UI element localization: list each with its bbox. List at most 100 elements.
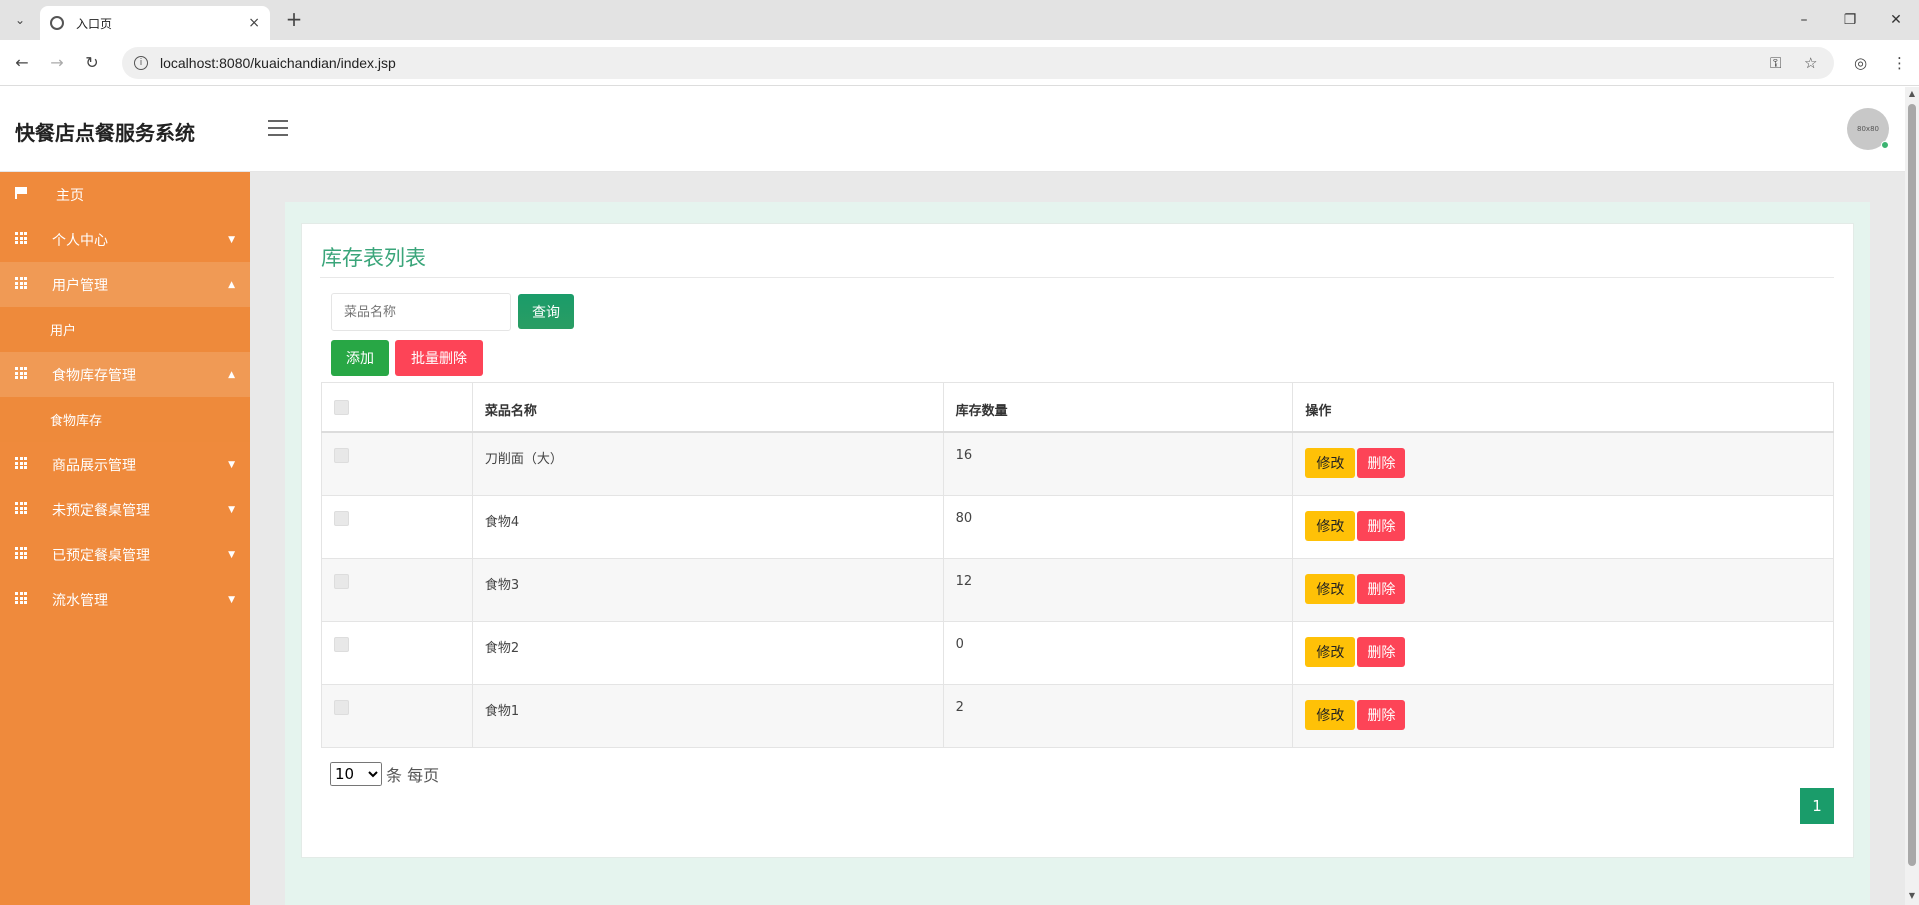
sidebar-item-label: 已预定餐桌管理 [52,547,150,564]
page-size-control: 10 条 每页 [330,762,439,786]
stock-qty-cell: 0 [942,620,1294,685]
edit-button[interactable]: 修改 [1305,510,1356,541]
grid-icon [15,367,27,379]
sidebar-item-unreserved-tables[interactable]: 未预定餐桌管理 ▼ [0,487,250,532]
sidebar-item-label: 未预定餐桌管理 [52,502,150,519]
edit-button[interactable]: 修改 [1305,699,1356,730]
sidebar: 主页 个人中心 ▼ 用户管理 ▲ 用户 食物库存管理 ▲ 食物库存 商品展示管理… [0,172,250,905]
stock-qty-cell: 12 [942,557,1294,622]
sidebar-subitem-user[interactable]: 用户 [0,307,250,352]
minimize-icon[interactable]: – [1792,8,1816,32]
row-checkbox[interactable] [334,573,349,589]
restore-icon[interactable]: ❐ [1838,8,1862,32]
edit-button[interactable]: 修改 [1305,636,1356,667]
browser-tabbar: ⌄ 入口页 × + – ❐ ✕ [0,0,1919,40]
browser-tab-active[interactable]: 入口页 × [40,6,270,40]
table-header-row: 菜品名称 库存数量 操作 [321,382,1834,433]
column-header-dish-name: 菜品名称 [471,382,944,433]
select-all-checkbox[interactable] [334,400,349,415]
reload-icon[interactable]: ↻ [80,51,104,75]
dish-name-cell: 食物3 [471,557,944,622]
sidebar-item-transactions[interactable]: 流水管理 ▼ [0,577,250,622]
sidebar-item-label: 食物库存管理 [52,367,136,384]
column-header-actions: 操作 [1292,382,1834,433]
sidebar-item-label: 个人中心 [52,232,108,249]
row-checkbox[interactable] [334,636,349,652]
sidebar-subitem-food-inventory[interactable]: 食物库存 [0,397,250,442]
grid-icon [15,592,27,604]
caret-down-icon: ▼ [228,594,235,605]
sidebar-item-home[interactable]: 主页 [0,172,250,217]
table-row: 食物3 12 修改 删除 [321,557,1834,622]
browser-menu-icon[interactable]: ⋮ [1892,47,1907,79]
dish-name-cell: 食物2 [471,620,944,685]
grid-icon [15,502,27,514]
edit-button[interactable]: 修改 [1305,573,1356,604]
delete-button[interactable]: 删除 [1357,636,1406,667]
caret-down-icon: ▼ [228,234,235,245]
browser-toolbar: ← → ↻ i localhost:8080/kuaichandian/inde… [0,40,1919,86]
dish-name-search-input[interactable] [331,293,511,331]
delete-button[interactable]: 删除 [1357,510,1406,541]
inventory-table: 菜品名称 库存数量 操作 刀削面（大） 16 修改 删除 食物4 80 修改 删除 … [321,382,1834,748]
add-button[interactable]: 添加 [331,340,389,376]
online-status-dot [1881,141,1889,149]
row-checkbox[interactable] [334,448,349,463]
caret-down-icon: ▼ [228,459,235,470]
grid-icon [15,457,27,469]
caret-down-icon: ▼ [228,549,235,560]
query-button[interactable]: 查询 [518,294,574,329]
page-size-select[interactable]: 10 [330,762,382,786]
page-size-suffix: 条 每页 [386,766,440,785]
new-tab-button[interactable]: + [282,8,306,32]
delete-button[interactable]: 删除 [1357,699,1406,730]
row-checkbox[interactable] [334,510,349,526]
window-close-icon[interactable]: ✕ [1884,8,1908,32]
site-info-icon[interactable]: i [134,56,148,70]
dish-name-cell: 刀削面（大） [471,431,944,496]
title-divider [320,277,1834,278]
app-header: 快餐店点餐服务系统 80x80 [0,87,1905,172]
table-row: 刀削面（大） 16 修改 删除 [321,431,1834,496]
password-key-icon[interactable]: ⚿ [1770,47,1781,79]
caret-up-icon: ▲ [228,369,235,380]
column-header-stock-qty: 库存数量 [942,382,1294,433]
sidebar-item-user-management[interactable]: 用户管理 ▲ [0,262,250,307]
grid-icon [15,277,27,289]
sidebar-item-label: 用户管理 [52,277,108,294]
row-checkbox[interactable] [334,699,349,715]
stock-qty-cell: 16 [942,431,1294,496]
sidebar-item-product-display[interactable]: 商品展示管理 ▼ [0,442,250,487]
url-text[interactable]: localhost:8080/kuaichandian/index.jsp [160,55,396,71]
grid-icon [15,232,27,244]
sidebar-item-label: 流水管理 [52,592,108,609]
tab-title: 入口页 [76,16,113,31]
table-row: 食物1 2 修改 删除 [321,683,1834,748]
sidebar-item-food-inventory-management[interactable]: 食物库存管理 ▲ [0,352,250,397]
scroll-down-arrow-icon[interactable]: ▼ [1906,890,1918,902]
bulk-delete-button[interactable]: 批量删除 [395,340,483,376]
delete-button[interactable]: 删除 [1357,448,1406,478]
scrollbar-thumb[interactable] [1908,104,1916,866]
scroll-up-arrow-icon[interactable]: ▲ [1906,88,1918,100]
brand-title: 快餐店点餐服务系统 [15,121,195,145]
pagination-current-page[interactable]: 1 [1800,788,1834,824]
table-row: 食物2 0 修改 删除 [321,620,1834,685]
sidebar-item-label: 主页 [56,187,84,204]
edit-button[interactable]: 修改 [1305,448,1356,478]
stock-qty-cell: 80 [942,494,1294,559]
menu-toggle-icon[interactable] [268,120,288,136]
tab-search-chevron-icon[interactable]: ⌄ [8,8,32,32]
bookmark-star-icon[interactable]: ☆ [1804,47,1817,79]
back-icon[interactable]: ← [10,51,34,75]
tab-close-icon[interactable]: × [248,15,260,31]
sidebar-item-label: 商品展示管理 [52,457,136,474]
address-bar[interactable]: i localhost:8080/kuaichandian/index.jsp [122,47,1834,79]
delete-button[interactable]: 删除 [1357,573,1406,604]
profile-icon[interactable]: ◎ [1854,47,1867,79]
forward-icon[interactable]: → [45,51,69,75]
page-title: 库存表列表 [321,246,426,270]
grid-icon [15,547,27,559]
sidebar-item-reserved-tables[interactable]: 已预定餐桌管理 ▼ [0,532,250,577]
sidebar-item-personal-center[interactable]: 个人中心 ▼ [0,217,250,262]
